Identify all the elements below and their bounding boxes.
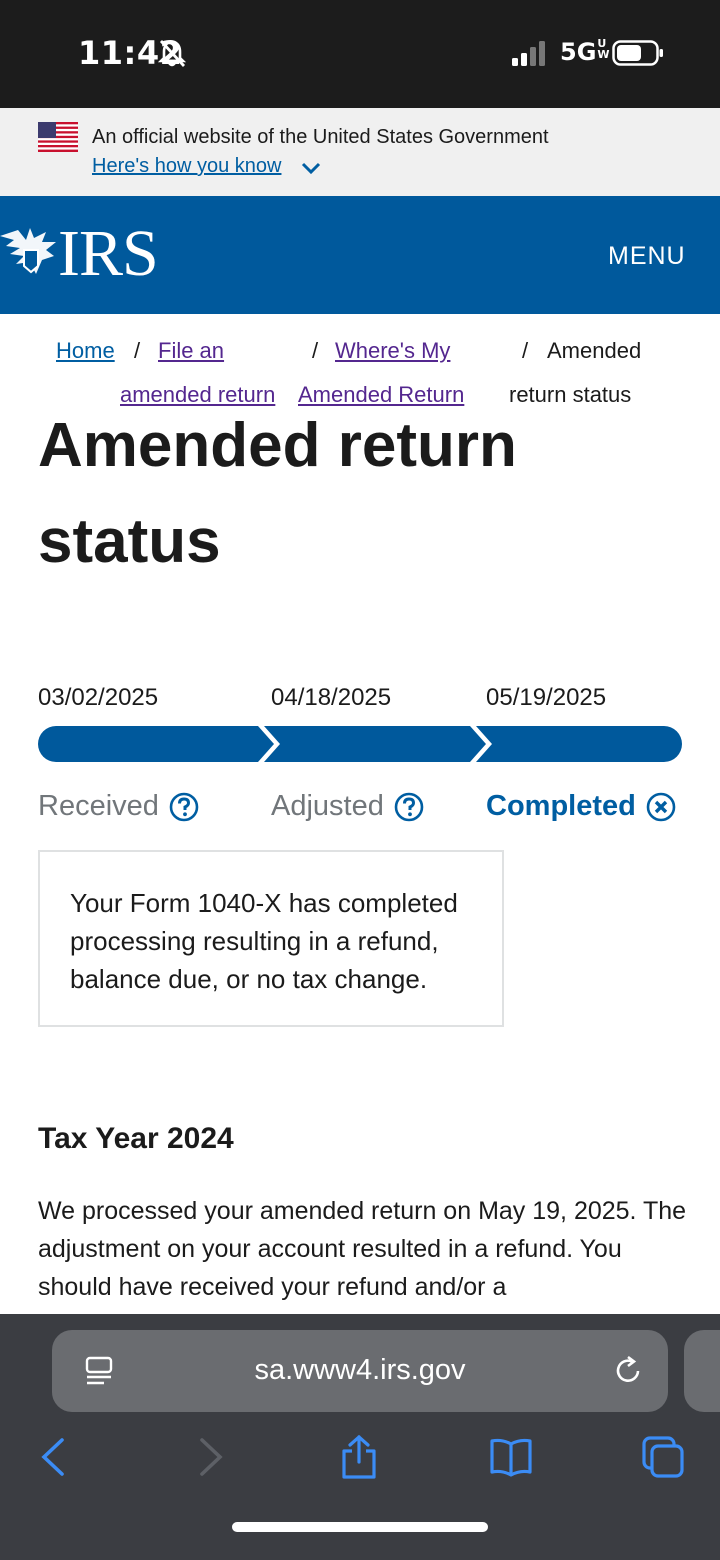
bookmarks-icon[interactable] bbox=[488, 1434, 534, 1480]
breadcrumb-current: Amended bbox=[547, 338, 642, 363]
breadcrumb-home-link[interactable]: Home bbox=[56, 338, 115, 363]
step-label-adjusted: Adjusted bbox=[271, 790, 384, 822]
progress-tracker bbox=[38, 726, 682, 762]
reload-icon[interactable] bbox=[612, 1354, 646, 1388]
battery-icon bbox=[612, 40, 663, 66]
share-icon[interactable] bbox=[336, 1434, 382, 1480]
breadcrumb-file-amended-link[interactable]: File an bbox=[158, 338, 224, 363]
breadcrumb-separator: / bbox=[522, 338, 529, 363]
us-flag-icon bbox=[38, 122, 78, 152]
tax-year-body: We processed your amended return on May … bbox=[38, 1197, 687, 1301]
breadcrumb-separator: / bbox=[134, 338, 141, 363]
progress-segment-completed bbox=[476, 726, 682, 762]
official-gov-banner: An official website of the United States… bbox=[0, 108, 720, 196]
address-bar[interactable]: sa.www4.irs.gov bbox=[52, 1330, 668, 1412]
next-tab-address-bar[interactable] bbox=[684, 1330, 720, 1412]
step-adjusted: Adjusted bbox=[271, 790, 424, 823]
close-circle-icon[interactable] bbox=[646, 792, 676, 822]
step-date-received: 03/02/2025 bbox=[38, 684, 159, 711]
step-date-adjusted: 04/18/2025 bbox=[271, 684, 392, 711]
chevron-down-icon[interactable] bbox=[300, 160, 322, 176]
breadcrumb-separator: / bbox=[312, 338, 319, 363]
progress-segment-received bbox=[38, 726, 274, 762]
status-message-box: Your Form 1040-X has completed processin… bbox=[38, 850, 504, 1027]
gov-banner-text: An official website of the United States… bbox=[92, 126, 549, 148]
status-bar: 11:42 5GU W bbox=[0, 0, 720, 108]
step-label-completed: Completed bbox=[486, 790, 636, 822]
silent-bell-icon bbox=[158, 40, 186, 67]
menu-button[interactable]: MENU bbox=[608, 242, 686, 271]
help-icon[interactable] bbox=[394, 792, 424, 822]
back-icon[interactable] bbox=[32, 1434, 78, 1480]
irs-eagle-logo-icon[interactable] bbox=[0, 222, 60, 282]
heres-how-you-know-link[interactable]: Here's how you know bbox=[92, 155, 281, 178]
progress-segment-adjusted bbox=[264, 726, 486, 762]
site-header: IRS MENU bbox=[0, 196, 720, 314]
step-label-received: Received bbox=[38, 790, 159, 822]
tax-year-heading: Tax Year 2024 bbox=[38, 1122, 234, 1155]
step-received: Received bbox=[38, 790, 199, 823]
forward-icon[interactable] bbox=[186, 1434, 232, 1480]
step-date-completed: 05/19/2025 bbox=[486, 684, 607, 711]
home-indicator[interactable] bbox=[232, 1522, 488, 1532]
network-type: 5GU W bbox=[560, 37, 610, 66]
help-icon[interactable] bbox=[169, 792, 199, 822]
cellular-signal-icon bbox=[512, 41, 545, 66]
url-text[interactable]: sa.www4.irs.gov bbox=[52, 1354, 668, 1387]
tabs-icon[interactable] bbox=[640, 1434, 686, 1480]
step-completed: Completed bbox=[486, 790, 676, 823]
browser-toolbar: sa.www4.irs.gov bbox=[0, 1314, 720, 1560]
status-message: Your Form 1040-X has completed processin… bbox=[70, 888, 458, 994]
breadcrumb-wheres-my-amended-link[interactable]: Where's My bbox=[335, 338, 450, 363]
irs-logo-text[interactable]: IRS bbox=[58, 216, 159, 292]
page-title: Amended return status bbox=[38, 411, 517, 576]
